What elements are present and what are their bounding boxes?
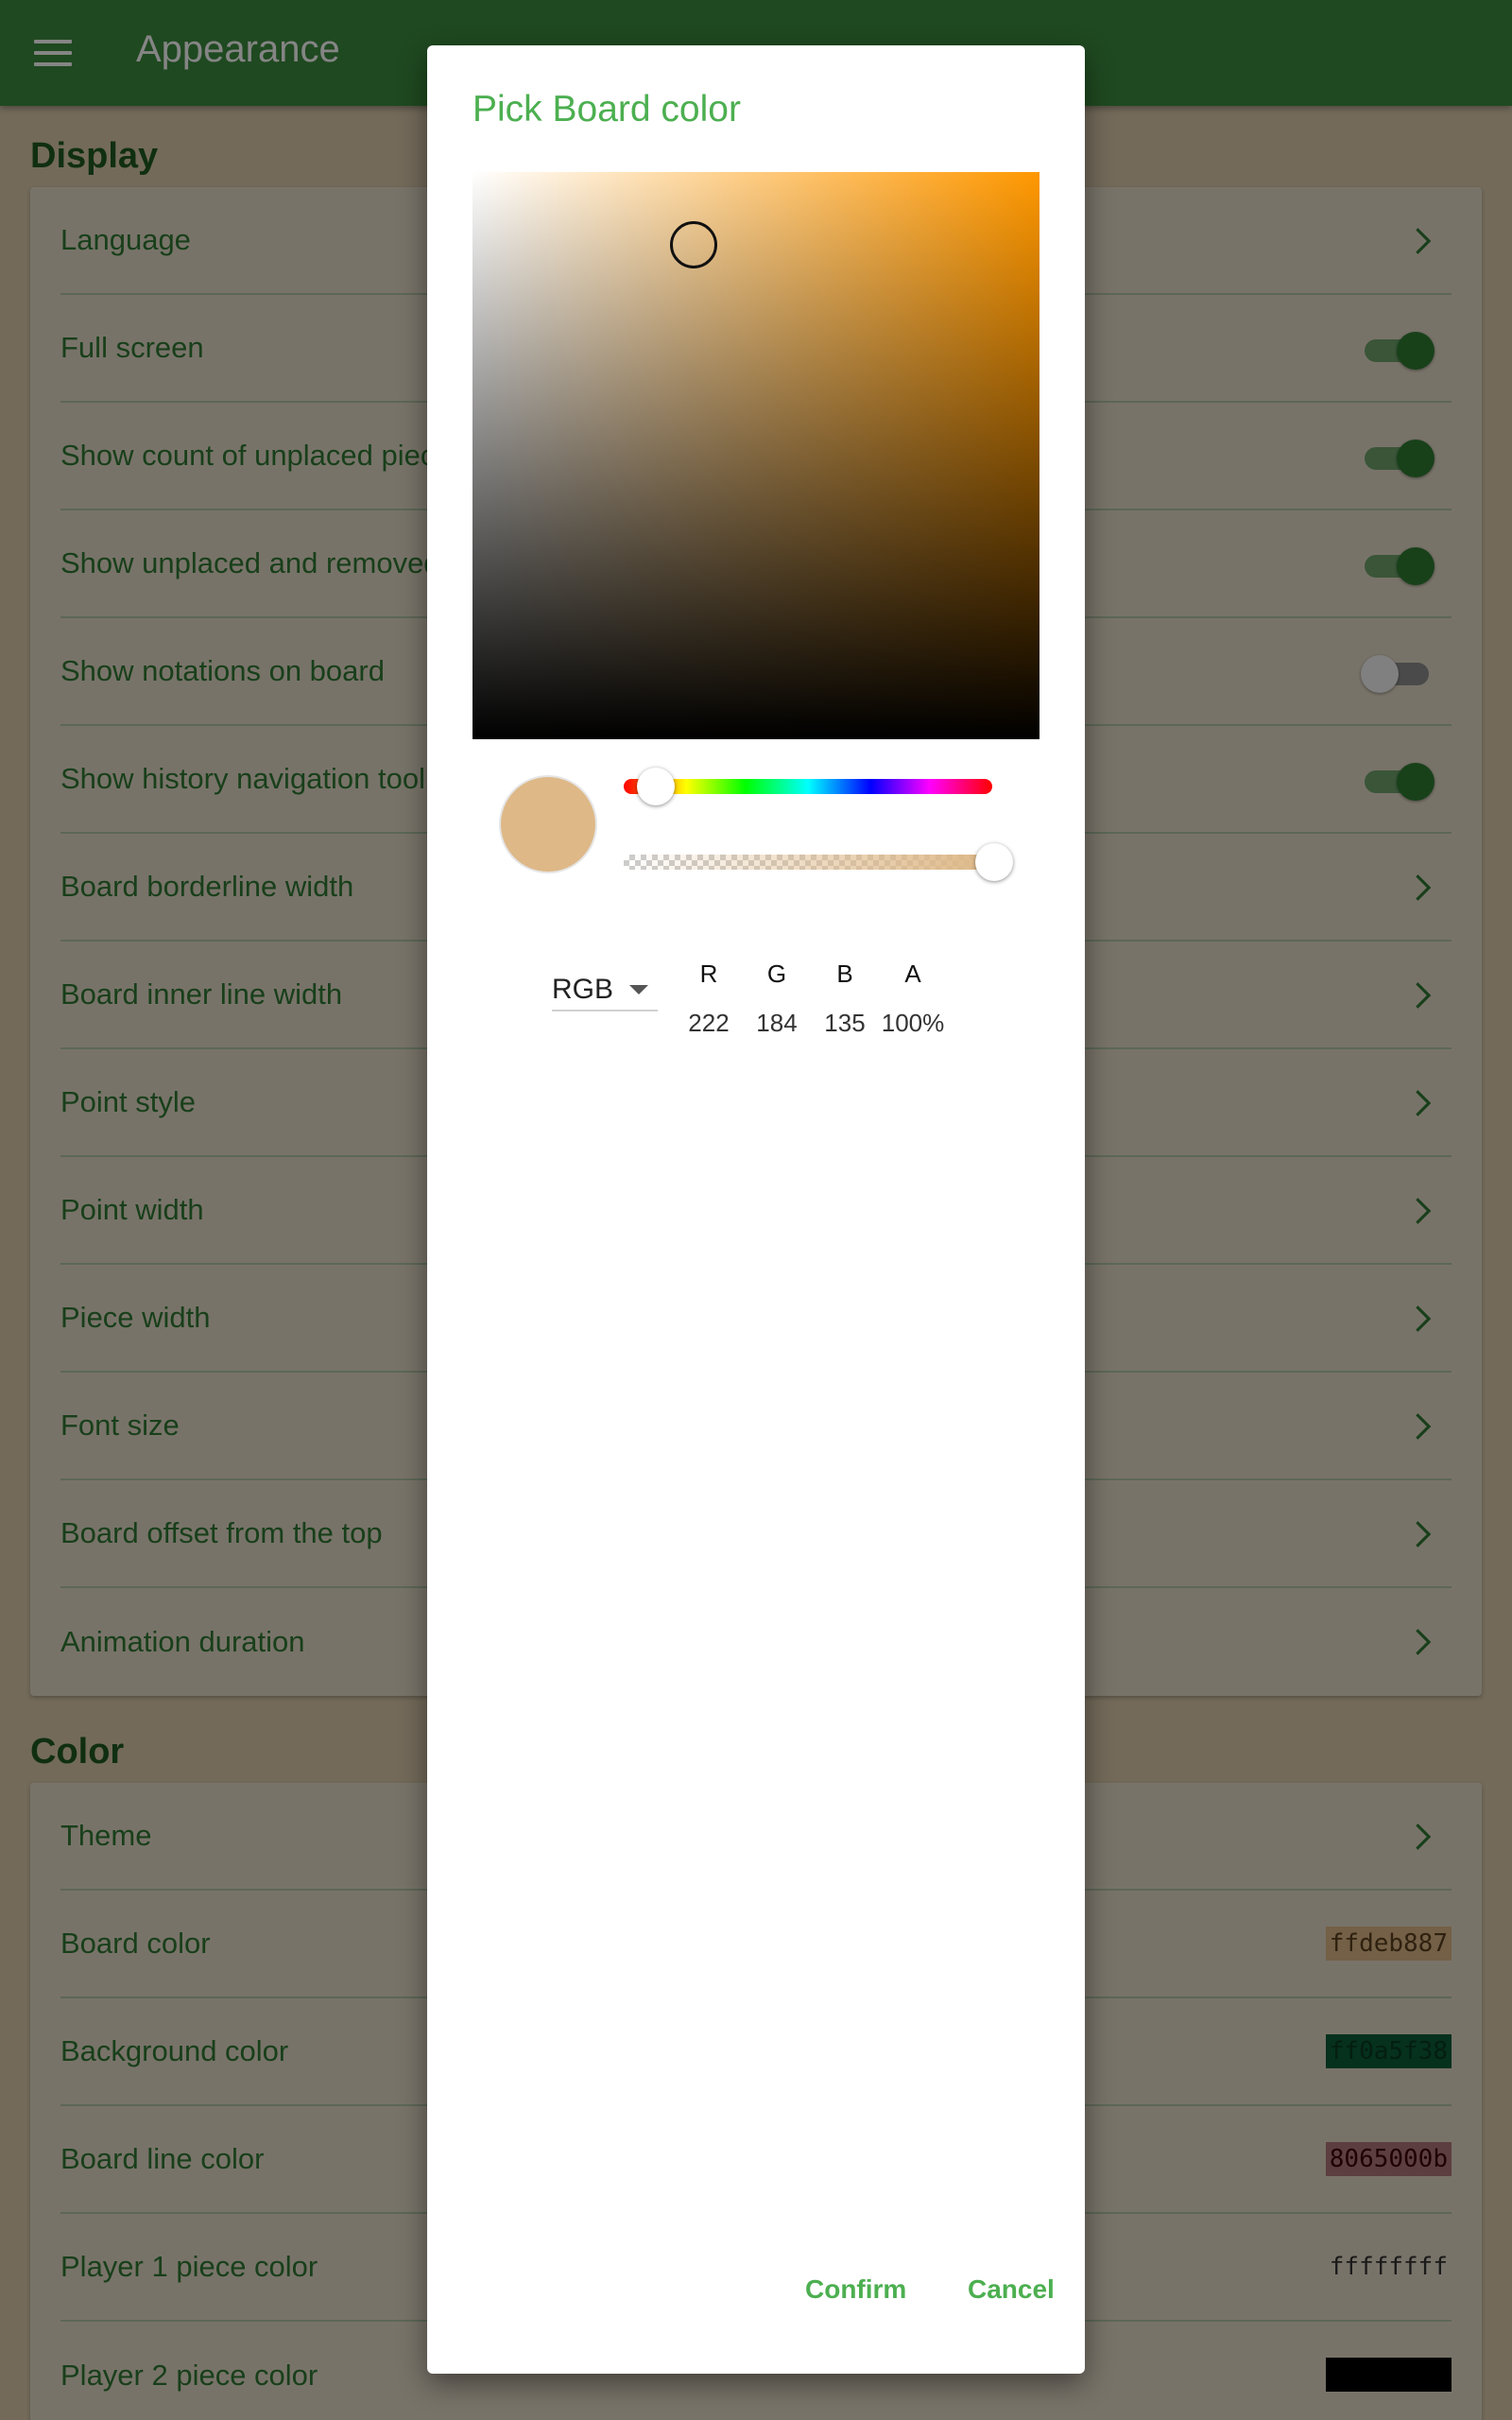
channel-name: R bbox=[699, 959, 718, 988]
confirm-button[interactable]: Confirm bbox=[805, 2274, 906, 2305]
alpha-slider-thumb[interactable] bbox=[975, 843, 1013, 881]
channel-value[interactable]: 135 bbox=[807, 1004, 883, 1042]
channel-r: R 222 bbox=[671, 955, 747, 1042]
channel-name: B bbox=[836, 959, 853, 988]
saturation-value-panel[interactable] bbox=[472, 172, 1040, 739]
channel-value[interactable]: 222 bbox=[671, 1004, 747, 1042]
channel-a: A 100% bbox=[875, 955, 951, 1042]
channel-b: B 135 bbox=[807, 955, 883, 1042]
hue-slider[interactable] bbox=[624, 779, 992, 794]
dialog-title: Pick Board color bbox=[472, 89, 741, 130]
dropdown-caret-icon bbox=[629, 985, 648, 994]
selected-color-preview bbox=[501, 777, 595, 872]
cancel-button[interactable]: Cancel bbox=[968, 2274, 1055, 2305]
color-picker-dialog: Pick Board color RGB R 222 G 184 B 135 A… bbox=[427, 45, 1085, 2374]
channel-name: G bbox=[766, 959, 787, 988]
channel-g: G 184 bbox=[739, 955, 815, 1042]
color-mode-dropdown[interactable]: RGB bbox=[552, 970, 658, 1011]
channel-value[interactable]: 100% bbox=[875, 1004, 951, 1042]
channel-name: A bbox=[904, 959, 921, 988]
channel-value[interactable]: 184 bbox=[739, 1004, 815, 1042]
color-cursor[interactable] bbox=[670, 221, 717, 268]
color-mode-label: RGB bbox=[552, 974, 614, 1005]
hue-slider-thumb[interactable] bbox=[637, 768, 675, 805]
alpha-slider[interactable] bbox=[624, 855, 992, 870]
